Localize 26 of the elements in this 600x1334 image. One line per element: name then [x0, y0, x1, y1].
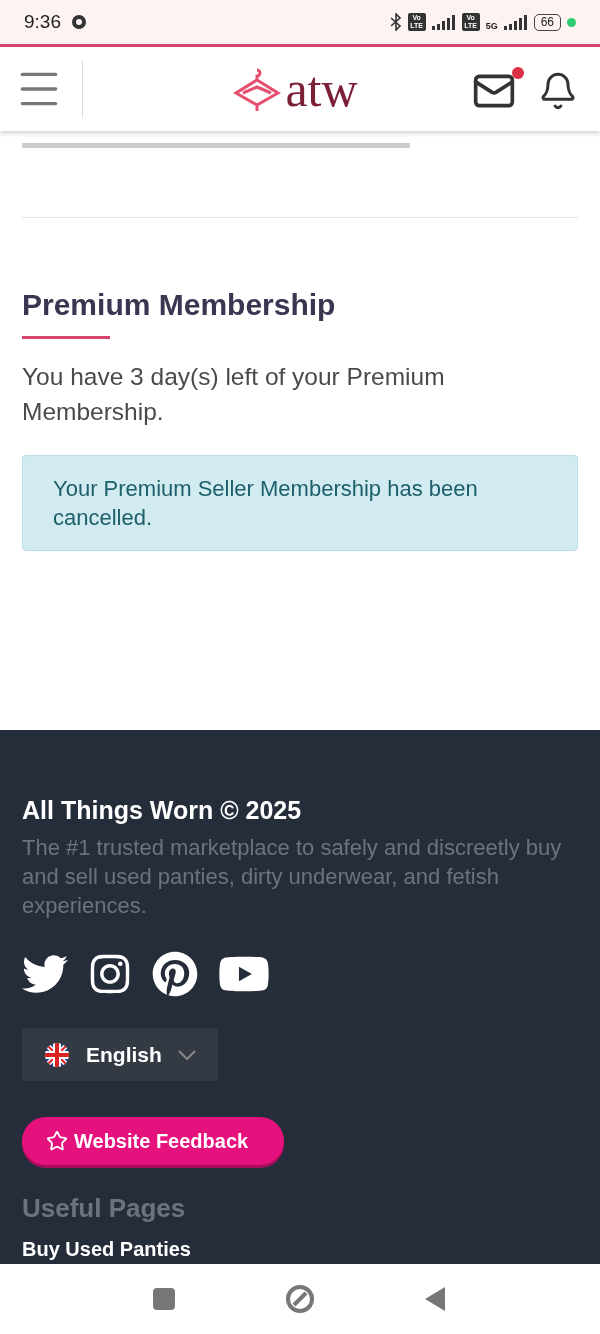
- bluetooth-icon: [389, 13, 402, 31]
- instagram-icon[interactable]: [88, 952, 132, 996]
- useful-pages-title: Useful Pages: [22, 1193, 186, 1224]
- feedback-button[interactable]: Website Feedback: [22, 1117, 285, 1165]
- back-icon[interactable]: [425, 1287, 447, 1311]
- footer-title: All Things Worn © 2025: [22, 796, 302, 825]
- section-title: Premium Membership: [22, 288, 337, 322]
- signal-icon: [503, 14, 528, 30]
- cancelled-alert: Your Premium Seller Membership has been cancelled.: [22, 455, 578, 551]
- clock: 9:36: [24, 11, 61, 33]
- footer-link[interactable]: Buy Used Panties: [22, 1238, 191, 1261]
- square-icon[interactable]: [153, 1288, 175, 1310]
- hanger-icon: [233, 66, 282, 112]
- network-label: 5G: [485, 21, 498, 31]
- chevron-down-icon: [177, 1049, 196, 1060]
- pinterest-icon[interactable]: [152, 951, 198, 997]
- battery-indicator: 66: [533, 13, 561, 31]
- flag-icon: [44, 1041, 70, 1068]
- footer-description: The #1 trusted marketplace to safely and discreetly buy and sell used panties, dirty underwear, and fetish experiences.: [22, 834, 563, 920]
- unread-dot: [512, 67, 524, 79]
- membership-text: You have 3 day(s) left of your Premium Membership.: [22, 362, 446, 427]
- status-dot: [567, 17, 576, 27]
- logo[interactable]: atw: [285, 64, 358, 114]
- star-icon: [46, 1130, 68, 1152]
- signal-icon: [431, 14, 456, 30]
- language-button[interactable]: English: [22, 1028, 218, 1081]
